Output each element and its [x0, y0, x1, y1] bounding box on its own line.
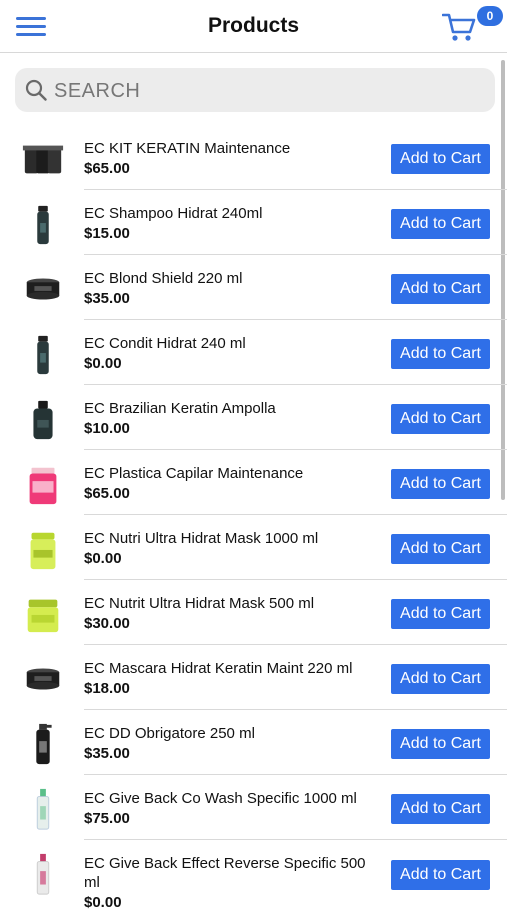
product-thumbnail	[36, 788, 50, 830]
product-name: EC Brazilian Keratin Ampolla	[84, 400, 276, 417]
product-name: EC Nutri Ultra Hidrat Mask 1000 ml	[84, 530, 319, 547]
product-thumbnail	[26, 278, 60, 300]
add-to-cart-button[interactable]: Add to Cart	[391, 860, 490, 890]
product-row[interactable]: EC Brazilian Keratin Ampolla $10.00 Add to…	[0, 385, 507, 450]
add-to-cart-button[interactable]: Add to Cart	[391, 664, 490, 694]
product-row[interactable]: EC Plastica Capilar Maintenance $65.00 Add…	[0, 450, 507, 515]
product-row[interactable]: EC Mascara Hidrat Keratin Maint 220 ml $1…	[0, 645, 507, 710]
cart-count-badge: 0	[477, 6, 503, 26]
product-row[interactable]: EC Give Back Effect Reverse Specific 500…	[0, 840, 507, 915]
product-thumbnail	[37, 205, 49, 245]
add-to-cart-button[interactable]: Add to Cart	[391, 339, 490, 369]
product-name: EC Blond Shield 220 ml	[84, 270, 243, 287]
product-row[interactable]: EC Nutri Ultra Hidrat Mask 1000 ml $0.00 A…	[0, 515, 507, 580]
product-name: EC Mascara Hidrat Keratin Maint 220 ml	[84, 660, 353, 677]
search-input[interactable]	[52, 74, 486, 108]
product-price: $35.00	[84, 745, 130, 762]
product-name: EC Shampoo Hidrat 240ml	[84, 205, 263, 222]
add-to-cart-button[interactable]: Add to Cart	[391, 729, 490, 759]
product-price: $0.00	[84, 355, 122, 372]
product-thumbnail	[33, 400, 53, 440]
shopping-cart-icon[interactable]	[442, 12, 476, 42]
product-row[interactable]: EC KIT KERATIN Maintenance $65.00 Add to C…	[0, 125, 507, 190]
product-row[interactable]: EC Give Back Co Wash Specific 1000 ml $75…	[0, 775, 507, 840]
product-price: $75.00	[84, 810, 130, 827]
product-price: $35.00	[84, 290, 130, 307]
add-to-cart-button[interactable]: Add to Cart	[391, 599, 490, 629]
product-name: EC Condit Hidrat 240 ml	[84, 335, 246, 352]
page-title: Products	[207, 14, 299, 37]
product-name: EC Nutrit Ultra Hidrat Mask 500 ml	[84, 595, 315, 612]
add-to-cart-button[interactable]: Add to Cart	[391, 469, 490, 499]
product-row[interactable]: EC Nutrit Ultra Hidrat Mask 500 ml $30.00…	[0, 580, 507, 645]
product-name: EC Give Back Co Wash Specific 1000 ml	[84, 790, 357, 807]
product-thumbnail	[37, 335, 49, 375]
product-price: $30.00	[84, 615, 130, 632]
add-to-cart-button[interactable]: Add to Cart	[391, 534, 490, 564]
product-name: EC Plastica Capilar Maintenance	[84, 465, 304, 482]
product-price: $65.00	[84, 485, 130, 502]
add-to-cart-button[interactable]: Add to Cart	[391, 209, 490, 239]
product-name: EC KIT KERATIN Maintenance	[84, 140, 291, 157]
add-to-cart-button[interactable]: Add to Cart	[391, 144, 490, 174]
product-price: $0.00	[84, 550, 122, 567]
product-price: $18.00	[84, 680, 130, 697]
product-price: $0.00	[84, 894, 122, 911]
product-name: EC DD Obrigatore 250 ml	[84, 725, 255, 742]
product-row[interactable]: EC DD Obrigatore 250 ml $35.00 Add to Cart	[0, 710, 507, 775]
search-bar	[15, 68, 495, 112]
add-to-cart-button[interactable]: Add to Cart	[391, 404, 490, 434]
app-header: Products 0	[0, 0, 507, 53]
product-name: EC Give Back Effect Reverse Specific 500…	[84, 855, 366, 891]
product-price: $65.00	[84, 160, 130, 177]
product-thumbnail	[29, 467, 57, 505]
product-list: EC KIT KERATIN Maintenance $65.00 Add to C…	[0, 125, 507, 915]
product-thumbnail	[26, 668, 60, 690]
product-thumbnail	[22, 145, 64, 174]
product-thumbnail	[30, 532, 56, 570]
product-row[interactable]: EC Blond Shield 220 ml $35.00 Add to Cart	[0, 255, 507, 320]
product-thumbnail	[27, 599, 59, 633]
add-to-cart-button[interactable]: Add to Cart	[391, 274, 490, 304]
product-price: $15.00	[84, 225, 130, 242]
add-to-cart-button[interactable]: Add to Cart	[391, 794, 490, 824]
search-icon	[25, 79, 47, 101]
product-row[interactable]: EC Shampoo Hidrat 240ml $15.00 Add to Cart	[0, 190, 507, 255]
product-price: $10.00	[84, 420, 130, 437]
product-thumbnail	[36, 853, 50, 895]
product-thumbnail	[36, 723, 52, 765]
product-row[interactable]: EC Condit Hidrat 240 ml $0.00 Add to Cart	[0, 320, 507, 385]
